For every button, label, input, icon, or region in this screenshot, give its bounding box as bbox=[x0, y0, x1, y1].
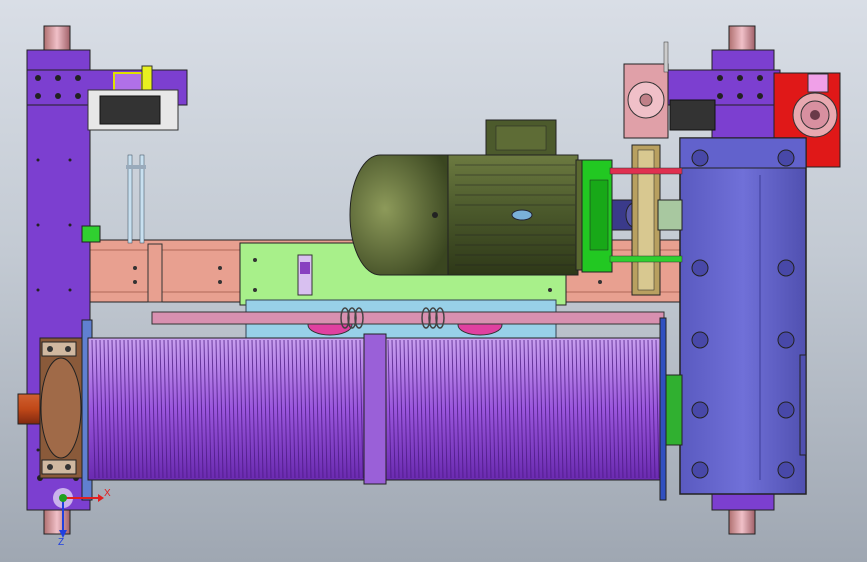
rope-guide-rods bbox=[126, 154, 146, 244]
sheave-block bbox=[623, 41, 669, 139]
x-axis-label: X bbox=[104, 488, 111, 499]
cad-viewport[interactable]: X Z bbox=[0, 0, 867, 562]
z-axis-label: Z bbox=[58, 537, 64, 548]
wire-rope-drum bbox=[87, 317, 683, 501]
hoist-motor bbox=[349, 119, 585, 276]
y-axis-dot bbox=[59, 494, 67, 502]
reducer-gearbox bbox=[679, 137, 807, 495]
